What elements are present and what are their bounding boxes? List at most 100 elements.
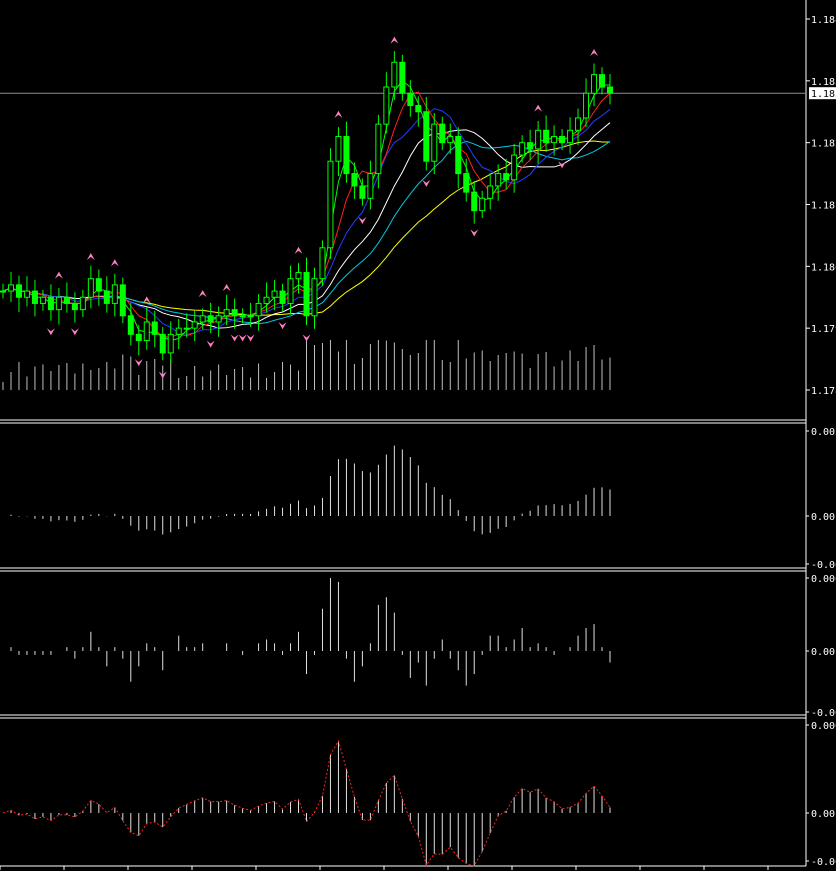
candle-body <box>367 173 374 199</box>
candle-body <box>599 74 606 88</box>
candle-body <box>183 327 190 330</box>
candle-body <box>207 315 214 323</box>
candle-body <box>487 185 494 199</box>
price-tick-label: 1.1805 <box>811 262 836 273</box>
candle-body <box>399 61 406 94</box>
candle-body <box>391 61 398 88</box>
candle-body <box>151 321 158 335</box>
candle-body <box>567 129 574 144</box>
candle-body <box>39 296 46 304</box>
candle-body <box>375 123 382 175</box>
fractal-down-icon <box>246 334 255 342</box>
indicator-axis-label: 0.002 <box>811 427 836 438</box>
candle-body <box>175 327 182 335</box>
indicator-axis-label: -0.000 <box>811 857 836 868</box>
fractal-up-icon <box>390 36 399 44</box>
candle-body <box>103 290 110 304</box>
indicator-signal-line <box>2 739 611 867</box>
fractal-up-icon <box>198 290 207 298</box>
candle-body <box>551 135 558 144</box>
indicator-axis-label: 0.00 <box>811 647 835 658</box>
candle-body <box>143 321 150 342</box>
candle-body <box>71 302 78 311</box>
fractal-up-icon <box>534 104 543 112</box>
fractal-down-icon <box>358 216 367 224</box>
candle-body <box>239 315 246 318</box>
fractal-down-icon <box>70 328 79 336</box>
candle-body <box>199 315 206 323</box>
price-tick-label: 1.1815 <box>811 200 836 211</box>
candle-body <box>439 123 446 144</box>
candle-body <box>191 321 198 329</box>
fractal-down-icon <box>206 340 215 348</box>
fractal-down-icon <box>558 161 567 169</box>
price-tick-label: 1.1845 <box>811 15 836 26</box>
fractal-up-icon <box>110 259 119 267</box>
candle-body <box>63 296 70 304</box>
candle-body <box>351 173 358 187</box>
candle-body <box>407 92 414 107</box>
candle-body <box>383 86 390 125</box>
candle-body <box>543 129 550 144</box>
fractal-up-icon <box>590 49 599 57</box>
candle-body <box>15 284 22 298</box>
price-tick-label: 1.1795 <box>811 324 836 335</box>
candle-body <box>327 160 334 249</box>
candle-body <box>335 135 342 162</box>
current-price-label: 1.183 <box>811 89 836 100</box>
candle-body <box>527 142 534 150</box>
candle-body <box>479 197 486 212</box>
candle-body <box>607 86 613 94</box>
indicator-axis-label: 0.00 <box>811 809 835 820</box>
candle-body <box>31 290 38 304</box>
candle-body <box>503 173 510 181</box>
candle-body <box>127 315 134 335</box>
candle-body <box>55 296 62 311</box>
indicator-axis-label: 0.0001 <box>811 721 836 732</box>
fractal-up-icon <box>294 246 303 254</box>
candle-body <box>319 247 326 280</box>
fractal-up-icon <box>334 110 343 118</box>
fractal-down-icon <box>46 328 55 336</box>
fractal-down-icon <box>134 359 143 367</box>
candle-body <box>119 284 126 317</box>
price-tick-label: 1.1825 <box>811 139 836 150</box>
fractal-up-icon <box>86 253 95 261</box>
candle-body <box>415 105 422 113</box>
candle-body <box>359 185 366 199</box>
candle-body <box>47 296 54 311</box>
candle-body <box>135 333 142 342</box>
candle-body <box>87 278 94 298</box>
candle-body <box>271 290 278 298</box>
candle-body <box>559 135 566 144</box>
candle-body <box>463 173 470 193</box>
candle-body <box>583 92 590 119</box>
fractal-down-icon <box>278 322 287 330</box>
fractal-down-icon <box>238 334 247 342</box>
indicator-axis-label: 0.00 <box>811 512 835 523</box>
candle-body <box>591 74 598 94</box>
price-tick-label: 1.1785 <box>811 386 836 397</box>
candle-body <box>263 296 270 304</box>
candle-body <box>215 315 222 323</box>
candle-body <box>535 129 542 150</box>
candle-body <box>0 290 6 293</box>
candle-body <box>311 278 318 317</box>
candle-body <box>159 333 166 354</box>
candle-body <box>423 111 430 162</box>
fractal-up-icon <box>54 271 63 279</box>
candle-body <box>111 284 118 304</box>
candle-body <box>247 315 254 318</box>
candle-body <box>575 117 582 131</box>
fractal-down-icon <box>470 229 479 237</box>
candle-body <box>343 135 350 175</box>
candle-body <box>511 154 518 181</box>
fractal-up-icon <box>222 283 231 291</box>
candle-body <box>279 290 286 304</box>
candle-body <box>7 284 14 292</box>
candle-body <box>287 278 294 304</box>
candle-body <box>79 296 86 311</box>
candle-body <box>495 173 502 187</box>
candle-body <box>223 309 230 317</box>
candle-body <box>255 302 262 317</box>
